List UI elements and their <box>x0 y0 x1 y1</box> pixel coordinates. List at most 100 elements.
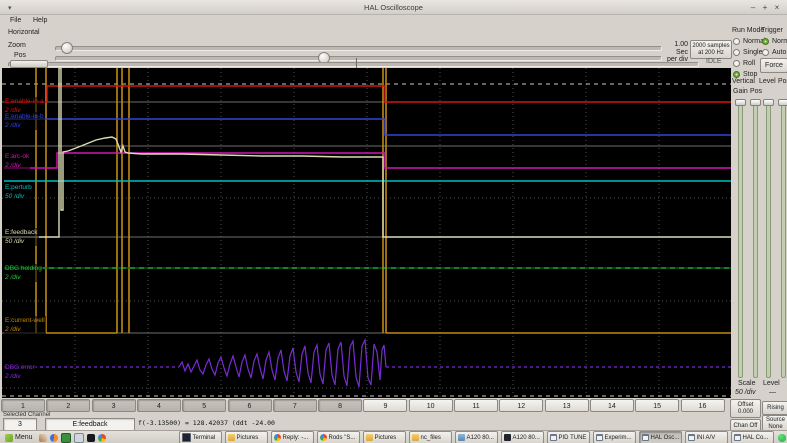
gain-slider-handle[interactable] <box>735 99 746 106</box>
vertical-pos-slider[interactable] <box>753 99 758 378</box>
taskbar-window-Rods "S...[interactable]: Rods "S... <box>316 431 360 443</box>
radio-icon <box>733 38 740 45</box>
menu-help[interactable]: Help <box>33 17 47 24</box>
taskbar-window-nc_files[interactable]: nc_files <box>408 431 452 443</box>
close-button[interactable]: × <box>772 3 782 12</box>
files-launcher-icon[interactable] <box>73 432 84 443</box>
folder-icon <box>365 434 373 441</box>
taskbar-window-HAL Osc...[interactable]: HAL Osc... <box>638 431 682 443</box>
trigger-title: Trigger <box>761 27 783 34</box>
taskbar-window-HAL Co...[interactable]: HAL Co... <box>730 431 774 443</box>
editor-launcher-icon[interactable] <box>86 433 95 442</box>
radio-icon <box>762 38 769 45</box>
channel-button-10[interactable]: 10 <box>408 399 453 412</box>
window-icon <box>733 434 741 441</box>
desktop: ▾ HAL Oscilloscope – + × File Help Horiz… <box>0 0 787 443</box>
trigger-normal[interactable]: Normal <box>762 37 787 46</box>
tray-green-icon[interactable] <box>777 433 786 442</box>
trigger-pos-slider-handle[interactable] <box>778 99 787 106</box>
tool-launcher-icon[interactable] <box>38 433 47 442</box>
channel-label-E:feedback: E:feedback 50 /div <box>4 228 39 246</box>
taskbar-window-Reply: -...[interactable]: Reply: -... <box>270 431 314 443</box>
zoom-slider[interactable] <box>55 46 662 51</box>
pos-slider[interactable] <box>55 56 662 61</box>
channel-button-8[interactable]: 8 <box>318 399 363 412</box>
image-dark-icon <box>503 434 511 441</box>
timebase-readout: 1.00 Sec per div <box>666 41 688 63</box>
trigger-auto[interactable]: Auto <box>762 48 786 57</box>
channel-button-12[interactable]: 12 <box>499 399 544 412</box>
taskbar-window-PID TUNE[interactable]: PID TUNE <box>546 431 590 443</box>
terminal-icon <box>181 433 191 442</box>
horizontal-scrollbar-handle[interactable] <box>10 60 48 68</box>
run-mode-roll[interactable]: Roll <box>733 59 755 68</box>
channel-button-13[interactable]: 13 <box>544 399 589 412</box>
scale-label: Scale <box>738 380 756 387</box>
channel-button-5[interactable]: 5 <box>182 399 227 412</box>
menu-file[interactable]: File <box>10 17 21 24</box>
vertical-title: Vertical <box>732 78 755 85</box>
channel-label-E:current-well: E:current-well 2 /div <box>4 316 46 334</box>
level-readout-label: Level <box>763 380 780 387</box>
trigger-pos-slider[interactable] <box>781 99 786 378</box>
trigger-level-slider-handle[interactable] <box>763 99 774 106</box>
minimize-button[interactable]: – <box>748 3 758 12</box>
channel-label-DBG:holding: DBG:holding 2 /div <box>4 264 43 282</box>
samples-button[interactable]: 2000 samples at 200 Hz <box>690 40 732 59</box>
channel-button-2[interactable]: 2 <box>46 399 91 412</box>
channel-button-7[interactable]: 7 <box>272 399 317 412</box>
slope-button[interactable]: Rising <box>762 401 787 415</box>
pos-slider-label: Pos <box>14 52 27 59</box>
gain-slider-label: Gain <box>733 88 748 95</box>
channel-button-4[interactable]: 4 <box>136 399 181 412</box>
channel-button-16[interactable]: 16 <box>680 399 725 412</box>
folder-icon <box>411 434 419 441</box>
radio-icon <box>733 71 740 78</box>
trigger-position-marker <box>356 58 357 68</box>
display-launcher-icon[interactable] <box>60 432 71 443</box>
window-icon <box>595 434 603 441</box>
channel-button-3[interactable]: 3 <box>91 399 136 412</box>
chrome-icon <box>319 434 327 441</box>
channel-button-9[interactable]: 9 <box>363 399 408 412</box>
channel-button-1[interactable]: 1 <box>1 399 45 412</box>
channel-label-E:arc-ok: E:arc-ok 2 /div <box>4 152 31 170</box>
titlebar[interactable]: ▾ HAL Oscilloscope – + × <box>0 0 787 15</box>
taskbar-window-A120 80...[interactable]: A120 80... <box>454 431 498 443</box>
run-mode-single[interactable]: Single <box>733 48 762 57</box>
trigger-level-slider[interactable] <box>766 99 771 378</box>
taskbar-window-A120 80...[interactable]: A120 80... <box>500 431 544 443</box>
cursor-readout: f(-3.13500) = 128.42037 (ddt -24.00 <box>138 419 275 427</box>
taskbar-window-INI A/V[interactable]: INI A/V <box>684 431 728 443</box>
chrome-icon <box>273 434 281 441</box>
scale-value: 50 /div <box>735 389 756 396</box>
run-mode-normal[interactable]: Normal <box>733 37 766 46</box>
taskbar-window-Pictures[interactable]: Pictures <box>224 431 268 443</box>
radio-icon <box>762 49 769 56</box>
zoom-slider-label: Zoom <box>8 42 26 49</box>
force-button[interactable]: Force <box>760 58 787 73</box>
gain-slider[interactable] <box>738 99 743 378</box>
taskbar-window-Pictures[interactable]: Pictures <box>362 431 406 443</box>
chrome-launcher-icon[interactable] <box>97 433 106 442</box>
zoom-slider-handle[interactable] <box>61 42 73 54</box>
plot-area[interactable]: E:enable-in-a 2 /div E:enable-in-b 2 /div E:… <box>2 68 731 398</box>
browser-launcher-icon[interactable] <box>49 433 58 442</box>
channel-button-11[interactable]: 11 <box>454 399 498 412</box>
taskbar-window-Experim...[interactable]: Experim... <box>592 431 636 443</box>
acquisition-status: IDLE <box>706 58 722 65</box>
channel-button-6[interactable]: 6 <box>227 399 272 412</box>
offset-button[interactable]: Offset 0.000 <box>730 399 761 418</box>
taskbar-menu-button[interactable]: Menu <box>2 432 36 443</box>
channel-label-E:enable-in-b: E:enable-in-b 2 /div <box>4 112 45 130</box>
channel-button-14[interactable]: 14 <box>589 399 634 412</box>
vertical-pos-slider-label: Pos <box>750 88 763 95</box>
vertical-pos-slider-handle[interactable] <box>750 99 761 106</box>
horizontal-scrollbar[interactable] <box>8 62 699 67</box>
taskbar-window-Terminal[interactable]: Terminal <box>178 431 222 443</box>
radio-icon <box>733 60 740 67</box>
window-title: HAL Oscilloscope <box>364 3 423 12</box>
channel-button-15[interactable]: 15 <box>635 399 680 412</box>
maximize-button[interactable]: + <box>760 3 770 12</box>
window-icon <box>687 434 695 441</box>
